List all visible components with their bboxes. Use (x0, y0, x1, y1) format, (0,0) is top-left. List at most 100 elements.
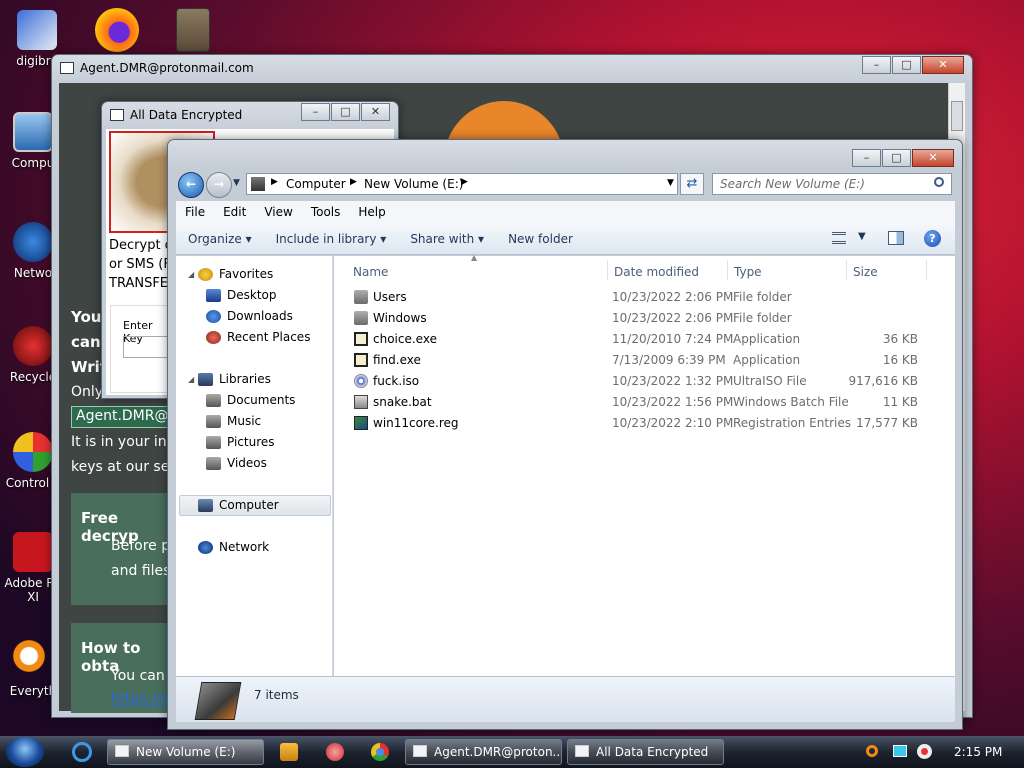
recent-pages-dropdown[interactable]: ▼ (233, 178, 240, 188)
minimize-button[interactable]: – (852, 149, 881, 167)
file-row[interactable]: choice.exe 11/20/2010 7:24 PM Application 3… (334, 329, 955, 350)
chrome-icon[interactable] (371, 743, 389, 761)
task-agent-dmr[interactable]: Agent.DMR@proton... (405, 739, 562, 765)
help-icon[interactable]: ? (924, 230, 941, 247)
column-type[interactable]: Type (734, 265, 762, 279)
file-row[interactable]: fuck.iso 10/23/2022 1:32 PM UltraISO File 9… (334, 371, 955, 392)
minimize-button[interactable]: – (862, 56, 891, 74)
include-library-button[interactable]: Include in library ▾ (264, 232, 399, 246)
breadcrumb-computer[interactable]: Computer (286, 177, 346, 191)
folder-icon (354, 290, 368, 304)
file-row[interactable]: Users 10/23/2022 2:06 PM File folder (334, 287, 955, 308)
minimize-button[interactable]: – (301, 103, 330, 121)
app-icon[interactable] (326, 743, 344, 761)
nav-downloads[interactable]: Downloads (206, 309, 293, 323)
key-input[interactable] (123, 336, 173, 358)
downloads-icon (206, 309, 221, 323)
nav-videos[interactable]: Videos (206, 456, 267, 470)
maximize-button[interactable]: □ (882, 149, 911, 167)
nav-favorites[interactable]: Favorites (198, 267, 273, 281)
breadcrumb-arrow-icon: ▶ (461, 177, 468, 187)
file-row[interactable]: win11core.reg 10/23/2022 2:10 PM Registrat… (334, 413, 955, 434)
nav-documents[interactable]: Documents (206, 393, 295, 407)
share-with-button[interactable]: Share with ▾ (398, 232, 496, 246)
explorer-window[interactable]: – □ ✕ ← → ▼ ▶ Computer ▶ New Volume (E:) ▶… (167, 139, 963, 730)
maximize-button[interactable]: □ (331, 103, 360, 121)
menu-file[interactable]: File (176, 205, 214, 219)
videos-icon (206, 456, 221, 470)
tray-volume-icon[interactable] (917, 744, 932, 759)
address-bar[interactable]: ▶ Computer ▶ New Volume (E:) ▶ ▼ (246, 173, 678, 195)
file-type: Application (733, 332, 801, 346)
close-button[interactable]: ✕ (912, 149, 954, 167)
iso-icon (354, 374, 368, 388)
nav-computer[interactable]: Computer (198, 498, 279, 512)
adobe-reader-icon (13, 532, 53, 572)
new-folder-button[interactable]: New folder (496, 232, 585, 246)
file-row[interactable]: snake.bat 10/23/2022 1:56 PM Windows Batch… (334, 392, 955, 413)
column-size[interactable]: Size (853, 265, 878, 279)
column-date[interactable]: Date modified (614, 265, 699, 279)
maximize-button[interactable]: □ (892, 56, 921, 74)
firefox-icon[interactable] (95, 8, 139, 52)
breadcrumb-arrow-icon: ▶ (350, 177, 357, 187)
column-divider (846, 260, 847, 280)
how-to-panel: How to obta You can https://ex (71, 623, 178, 713)
clock[interactable]: 2:15 PM (954, 745, 1002, 759)
title-bar[interactable]: Agent.DMR@protonmail.com – □ ✕ (52, 55, 972, 85)
menu-view[interactable]: View (255, 205, 301, 219)
refresh-button[interactable]: ⇄ (680, 173, 704, 195)
nav-desktop[interactable]: Desktop (206, 288, 277, 302)
address-dropdown-icon[interactable]: ▼ (667, 178, 674, 188)
start-button[interactable] (6, 737, 44, 767)
pictures-icon (206, 435, 221, 449)
recycle-bin-icon (13, 326, 53, 366)
menu-help[interactable]: Help (349, 205, 394, 219)
column-name[interactable]: Name (353, 265, 388, 279)
task-all-data-encrypted[interactable]: All Data Encrypted (567, 739, 724, 765)
scrollbar-thumb[interactable] (951, 101, 963, 131)
menu-edit[interactable]: Edit (214, 205, 255, 219)
task-new-volume[interactable]: New Volume (E:) (107, 739, 264, 765)
window-title: Agent.DMR@protonmail.com (80, 61, 254, 75)
media-player-icon[interactable] (280, 743, 298, 761)
search-input[interactable]: Search New Volume (E:) (712, 173, 952, 195)
file-size: 11 KB (882, 395, 918, 409)
folder-icon (354, 311, 368, 325)
tray-search-icon[interactable] (866, 745, 878, 757)
nav-recent[interactable]: Recent Places (206, 330, 310, 344)
file-row[interactable]: find.exe 7/13/2009 6:39 PM Application 16 K… (334, 350, 955, 371)
nav-libraries[interactable]: Libraries (198, 372, 271, 386)
file-row[interactable]: Windows 10/23/2022 2:06 PM File folder (334, 308, 955, 329)
clock-app-icon[interactable] (176, 8, 210, 52)
line-interest: It is in your inte (71, 434, 181, 450)
file-name: snake.bat (373, 395, 432, 409)
file-date: 11/20/2010 7:24 PM (612, 332, 734, 346)
close-button[interactable]: ✕ (361, 103, 390, 121)
expand-arrow-icon[interactable]: ◢ (188, 270, 194, 279)
item-count: 7 items (254, 688, 299, 702)
expand-arrow-icon[interactable]: ◢ (188, 375, 194, 384)
forward-button[interactable]: → (206, 172, 232, 198)
file-type: File folder (733, 290, 792, 304)
menu-tools[interactable]: Tools (302, 205, 350, 219)
taskbar: New Volume (E:) Agent.DMR@proton... All … (0, 736, 1024, 768)
organize-button[interactable]: Organize ▾ (176, 232, 264, 246)
close-button[interactable]: ✕ (922, 56, 964, 74)
file-type: Registration Entries (733, 416, 851, 430)
drive-large-icon (194, 682, 242, 720)
back-button[interactable]: ← (178, 172, 204, 198)
breadcrumb-new-volume[interactable]: New Volume (E:) (364, 177, 463, 191)
preview-pane-icon[interactable] (888, 231, 904, 245)
tray-display-icon[interactable] (893, 745, 907, 757)
ie-icon[interactable] (72, 742, 92, 762)
music-icon (206, 414, 221, 428)
email-box: Agent.DMR@a (71, 406, 181, 428)
nav-network[interactable]: Network (198, 540, 269, 554)
view-dropdown-icon[interactable]: ▼ (858, 231, 866, 242)
title-bar[interactable]: All Data Encrypted – □ ✕ (102, 102, 398, 132)
nav-pictures[interactable]: Pictures (206, 435, 275, 449)
magnifier-icon (13, 640, 53, 680)
view-options-icon[interactable] (832, 232, 846, 244)
nav-music[interactable]: Music (206, 414, 261, 428)
